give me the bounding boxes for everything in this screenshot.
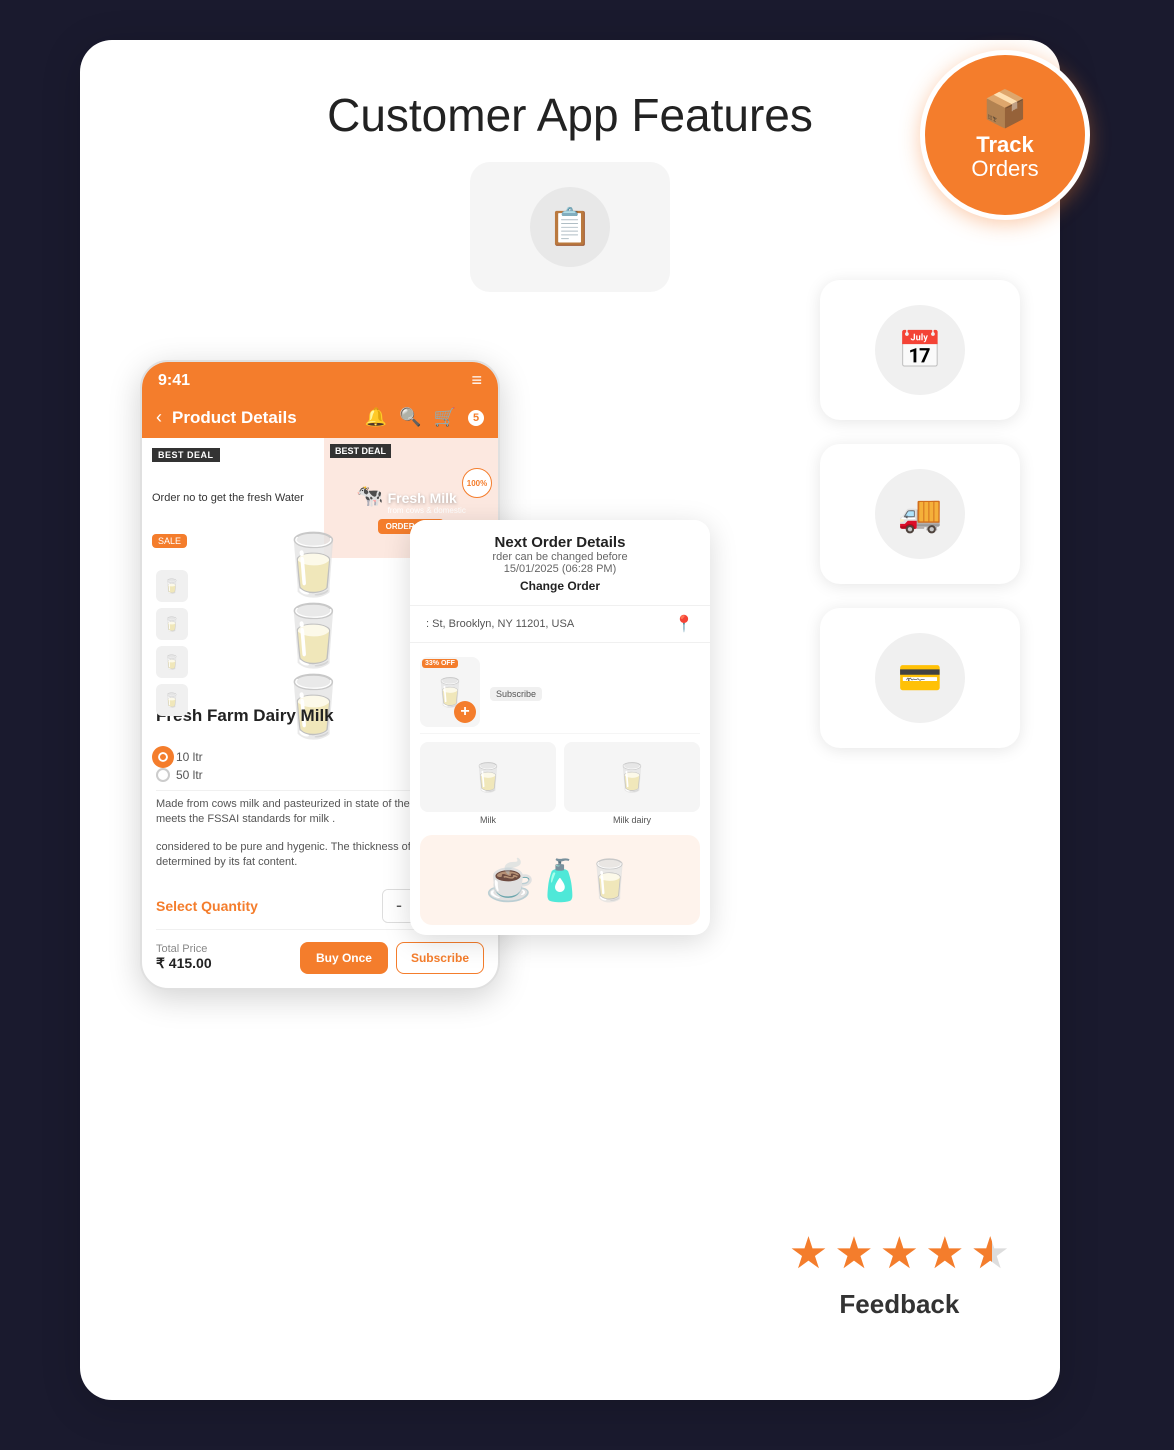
overlay-title: Next Order Details: [426, 534, 694, 551]
discount-badge: 33% OFF: [422, 659, 458, 668]
orders-label: Orders: [971, 156, 1038, 182]
overlay-address: : St, Brooklyn, NY 11201, USA 📍: [410, 606, 710, 643]
back-icon[interactable]: ‹: [156, 407, 162, 428]
star-4: ★: [925, 1228, 964, 1279]
top-feature-card: 📋: [470, 162, 670, 292]
overlay-product-img-1: 33% OFF 🥛 +: [420, 657, 480, 727]
best-deal-badge-left: BEST DEAL: [152, 448, 220, 462]
buy-action-row: Total Price ₹ 415.00 Buy Once Subscribe: [156, 929, 484, 988]
profile-icon: 📋: [530, 187, 610, 267]
track-label: Track: [976, 134, 1034, 156]
total-price-value: ₹ 415.00: [156, 955, 212, 972]
overlay-product-item-1: 33% OFF 🥛 + Subscribe: [420, 651, 700, 734]
address-text: : St, Brooklyn, NY 11201, USA: [426, 618, 574, 630]
feedback-label: Feedback: [839, 1289, 959, 1320]
option-10ltr-label: 10 ltr: [176, 750, 203, 764]
select-quantity-label: Select Quantity: [156, 898, 258, 914]
total-price-label: Total Price: [156, 943, 212, 955]
page-title: Customer App Features: [80, 40, 1060, 162]
filter-icon: ≡: [471, 370, 482, 391]
overlay-bottom-products: 🥛 Milk 🥛 Milk dairy: [410, 742, 710, 835]
bell-icon[interactable]: 🔔: [365, 407, 387, 428]
location-icon: 📍: [674, 614, 694, 634]
bottom-product-milk-dairy: 🥛 Milk dairy: [564, 742, 700, 825]
thumb-2[interactable]: 🥛: [156, 608, 188, 640]
nav-action-icons: 🔔 🔍 🛒 5: [365, 407, 484, 428]
thumb-4[interactable]: 🥛: [156, 684, 188, 716]
next-order-overlay: Next Order Details rder can be changed b…: [410, 520, 710, 935]
overlay-header: Next Order Details rder can be changed b…: [410, 520, 710, 606]
track-orders-badge[interactable]: 📦 Track Orders: [920, 50, 1090, 220]
bottom-product-milk: 🥛 Milk: [420, 742, 556, 825]
banner-text: Order no to get the fresh Water: [152, 491, 314, 505]
thumb-3[interactable]: 🥛: [156, 646, 188, 678]
box-icon: 📦: [983, 88, 1028, 130]
phone-nav-bar: ‹ Product Details 🔔 🔍 🛒 5: [142, 399, 498, 438]
total-price-section: Total Price ₹ 415.00: [156, 943, 212, 972]
status-time: 9:41: [158, 372, 190, 390]
right-icon-card-delivery: 🚚: [820, 444, 1020, 584]
cart-badge: 5: [468, 410, 484, 426]
product-thumbnails: 🥛 🥛 🥛 🥛: [156, 570, 188, 716]
main-card: Customer App Features 📦 Track Orders 📋 📅…: [80, 40, 1060, 1400]
fresh-milk-title: Fresh Milk: [388, 490, 466, 506]
delivery-icon: 🚚: [875, 469, 965, 559]
hundred-pct-badge: 100%: [462, 468, 492, 498]
payment-icon: 💳: [875, 633, 965, 723]
star-5-half: ★ ★: [971, 1228, 1010, 1279]
search-icon[interactable]: 🔍: [399, 407, 421, 428]
overlay-subscribe-tag[interactable]: Subscribe: [490, 683, 542, 701]
overlay-product-list: 33% OFF 🥛 + Subscribe: [410, 643, 710, 742]
right-icon-list: 📅 🚚 💳: [820, 280, 1020, 748]
add-to-cart-icon[interactable]: +: [454, 701, 476, 723]
status-icons: ≡: [471, 370, 482, 391]
best-deal-badge-right: BEST DEAL: [330, 444, 391, 458]
star-3: ★: [880, 1228, 919, 1279]
milk-product-label: Milk: [480, 815, 496, 825]
change-order-link[interactable]: Change Order: [426, 575, 694, 597]
right-icon-card-calendar: 📅: [820, 280, 1020, 420]
nav-title: Product Details: [172, 408, 355, 428]
milk-product-img: 🥛: [420, 742, 556, 812]
overlay-subtitle: rder can be changed before 15/01/2025 (0…: [426, 551, 694, 575]
calendar-icon: 📅: [875, 305, 965, 395]
star-1: ★: [789, 1228, 828, 1279]
option-50ltr-label: 50 ltr: [176, 768, 203, 782]
radio-50ltr[interactable]: [156, 768, 170, 782]
mug-product-card: ☕🧴🥛: [420, 835, 700, 925]
radio-10ltr[interactable]: [156, 750, 170, 764]
cart-icon[interactable]: 🛒: [434, 407, 456, 428]
feedback-section: ★ ★ ★ ★ ★ ★ Feedback: [789, 1228, 1010, 1320]
milk-dairy-product-img: 🥛: [564, 742, 700, 812]
subscribe-button[interactable]: Subscribe: [396, 942, 484, 974]
buy-once-button[interactable]: Buy Once: [300, 942, 388, 974]
thumb-1[interactable]: 🥛: [156, 570, 188, 602]
status-bar: 9:41 ≡: [142, 362, 498, 399]
sale-badge: SALE: [152, 534, 187, 548]
star-2: ★: [834, 1228, 873, 1279]
milk-dairy-product-label: Milk dairy: [613, 815, 651, 825]
stars-row: ★ ★ ★ ★ ★ ★: [789, 1228, 1010, 1279]
right-icon-card-payment: 💳: [820, 608, 1020, 748]
buy-buttons: Buy Once Subscribe: [300, 942, 484, 974]
product-main-image: 🥛🥛🥛: [240, 570, 400, 700]
banner-subtitle: from cows & domestic: [388, 506, 466, 515]
